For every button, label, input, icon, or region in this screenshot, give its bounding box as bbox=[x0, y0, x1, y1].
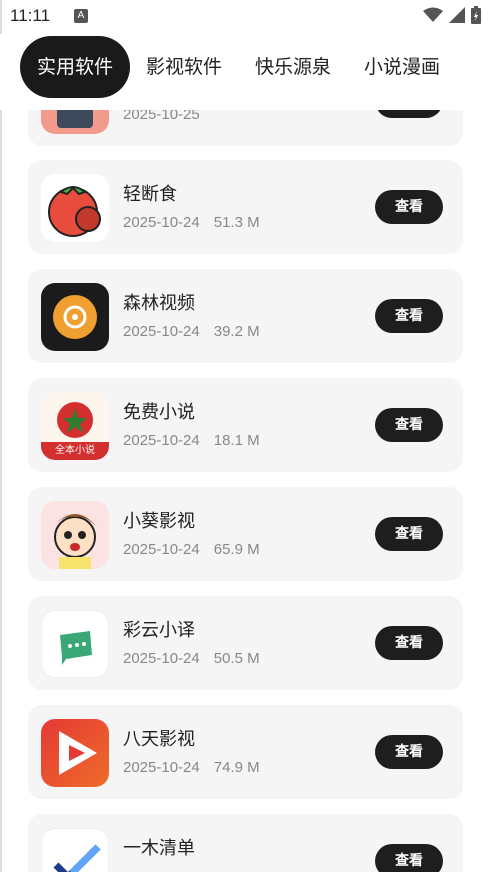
app-name: 森林视频 bbox=[123, 293, 195, 314]
view-button[interactable]: 查看 bbox=[375, 517, 443, 551]
tab-video-software[interactable]: 影视软件 bbox=[146, 36, 222, 98]
app-list[interactable]: 2025-10-25 查看 轻断食 2025-10-2451.3 M 查看 森林… bbox=[0, 0, 491, 872]
battery-icon bbox=[471, 6, 481, 24]
app-date: 2025-10-24 bbox=[123, 650, 200, 667]
translate-icon bbox=[41, 610, 109, 678]
novel-banner-text: 全本小说 bbox=[55, 445, 95, 456]
app-card[interactable]: 轻断食 2025-10-24 51.3 M 查看 bbox=[28, 160, 463, 254]
app-card[interactable]: 小葵影视 2025-10-24 65.9 M 查看 bbox=[28, 487, 463, 581]
app-card[interactable]: 全本小说 免费小说 2025-10-24 18.1 M 查看 bbox=[28, 378, 463, 472]
tomato-icon bbox=[41, 174, 109, 242]
app-size: 18.1 M bbox=[213, 432, 260, 449]
view-button[interactable]: 查看 bbox=[375, 626, 443, 660]
app-card[interactable]: 森林视频 2025-10-24 39.2 M 查看 bbox=[28, 269, 463, 363]
forest-video-icon bbox=[41, 283, 109, 351]
app-meta: 2025-10-24 65.9 M bbox=[123, 541, 260, 558]
wifi-icon bbox=[423, 7, 443, 22]
app-name: 免费小说 bbox=[123, 402, 195, 423]
app-size: 51.3 M bbox=[213, 214, 260, 231]
free-novel-icon: 全本小说 bbox=[41, 392, 109, 460]
view-button[interactable]: 查看 bbox=[375, 844, 443, 872]
checklist-icon bbox=[41, 828, 109, 872]
category-tabs: 实用软件 影视软件 快乐源泉 小说漫画 bbox=[0, 34, 491, 110]
app-meta: 2025-10-24 39.2 M bbox=[123, 323, 260, 340]
app-size: 74.9 M bbox=[213, 759, 260, 776]
status-icons bbox=[423, 6, 481, 24]
app-meta: 2025-10-24 74.9 M bbox=[123, 759, 260, 776]
app-date: 2025-10-24 bbox=[123, 541, 200, 558]
app-size: 50.5 M bbox=[213, 650, 260, 667]
app-size: 65.9 M bbox=[213, 541, 260, 558]
app-card[interactable]: 八天影视 2025-10-24 74.9 M 查看 bbox=[28, 705, 463, 799]
app-date: 2025-10-24 bbox=[123, 323, 200, 340]
signal-icon bbox=[449, 7, 465, 23]
view-button[interactable]: 查看 bbox=[375, 190, 443, 224]
notification-icon: A bbox=[74, 9, 88, 23]
app-date: 2025-10-24 bbox=[123, 214, 200, 231]
status-time: 11:11 bbox=[10, 6, 51, 25]
app-meta: 2025-10-24 50.5 M bbox=[123, 650, 260, 667]
app-meta: 2025-10-24 18.1 M bbox=[123, 432, 260, 449]
app-meta: 2025-10-24 51.3 M bbox=[123, 214, 260, 231]
play-icon bbox=[41, 719, 109, 787]
app-name: 彩云小译 bbox=[123, 620, 195, 641]
app-size: 39.2 M bbox=[213, 323, 260, 340]
app-name: 小葵影视 bbox=[123, 511, 195, 532]
app-name: 一木清单 bbox=[123, 838, 195, 859]
app-card[interactable]: 一木清单 查看 bbox=[28, 814, 463, 872]
cartoon-avatar-icon bbox=[41, 501, 109, 569]
status-bar: 11:11 A bbox=[0, 0, 491, 34]
app-date: 2025-10-24 bbox=[123, 759, 200, 776]
app-name: 八天影视 bbox=[123, 729, 195, 750]
app-date: 2025-10-24 bbox=[123, 432, 200, 449]
view-button[interactable]: 查看 bbox=[375, 299, 443, 333]
app-card[interactable]: 彩云小译 2025-10-24 50.5 M 查看 bbox=[28, 596, 463, 690]
view-button[interactable]: 查看 bbox=[375, 408, 443, 442]
view-button[interactable]: 查看 bbox=[375, 735, 443, 769]
tab-practical-software[interactable]: 实用软件 bbox=[20, 36, 131, 98]
tab-fun-source[interactable]: 快乐源泉 bbox=[255, 36, 331, 98]
tab-novel-comics[interactable]: 小说漫画 bbox=[364, 36, 440, 98]
app-name: 轻断食 bbox=[123, 184, 177, 205]
